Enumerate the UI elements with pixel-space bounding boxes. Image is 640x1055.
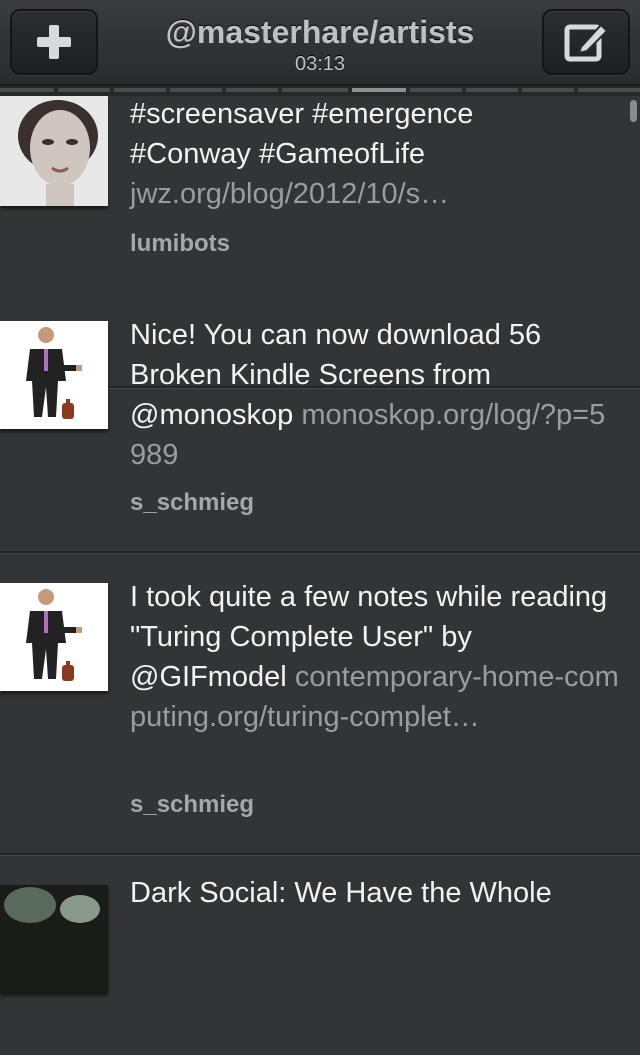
tweet-author[interactable]: lumibots: [130, 230, 230, 258]
tweet-link[interactable]: jwz.org/blog/2012/10/s…: [130, 174, 620, 214]
scrollbar[interactable]: [630, 100, 637, 122]
tweet-item[interactable]: I took quite a few notes while reading "…: [0, 553, 640, 855]
tweet-author[interactable]: s_schmieg: [130, 489, 254, 517]
avatar[interactable]: [0, 885, 108, 993]
avatar[interactable]: [0, 321, 108, 429]
tweet-item[interactable]: Dark Social: We Have the Whole: [0, 855, 640, 1055]
tweet-text: I took quite a few notes while reading "…: [130, 577, 620, 737]
avatar[interactable]: [0, 96, 108, 206]
tweet-text: Nice! You can now download 56 Broken Kin…: [130, 315, 620, 475]
pixel-man-avatar: [0, 583, 108, 691]
tweet-text: #screensaver #emergence #Conway #GameofL…: [130, 94, 620, 214]
tweet-author[interactable]: s_schmieg: [130, 791, 254, 819]
pixel-man-avatar: [0, 321, 108, 429]
tweet-item[interactable]: Nice! You can now download 56 Broken Kin…: [0, 291, 640, 553]
tweet-text: Dark Social: We Have the Whole: [130, 873, 620, 913]
tweet-body: Dark Social: We Have the Whole: [130, 877, 552, 909]
woman-portrait-avatar: [0, 96, 108, 206]
dark-photo-avatar: [0, 885, 108, 993]
tweet-body: #screensaver #emergence #Conway #GameofL…: [130, 98, 474, 170]
avatar[interactable]: [0, 583, 108, 691]
